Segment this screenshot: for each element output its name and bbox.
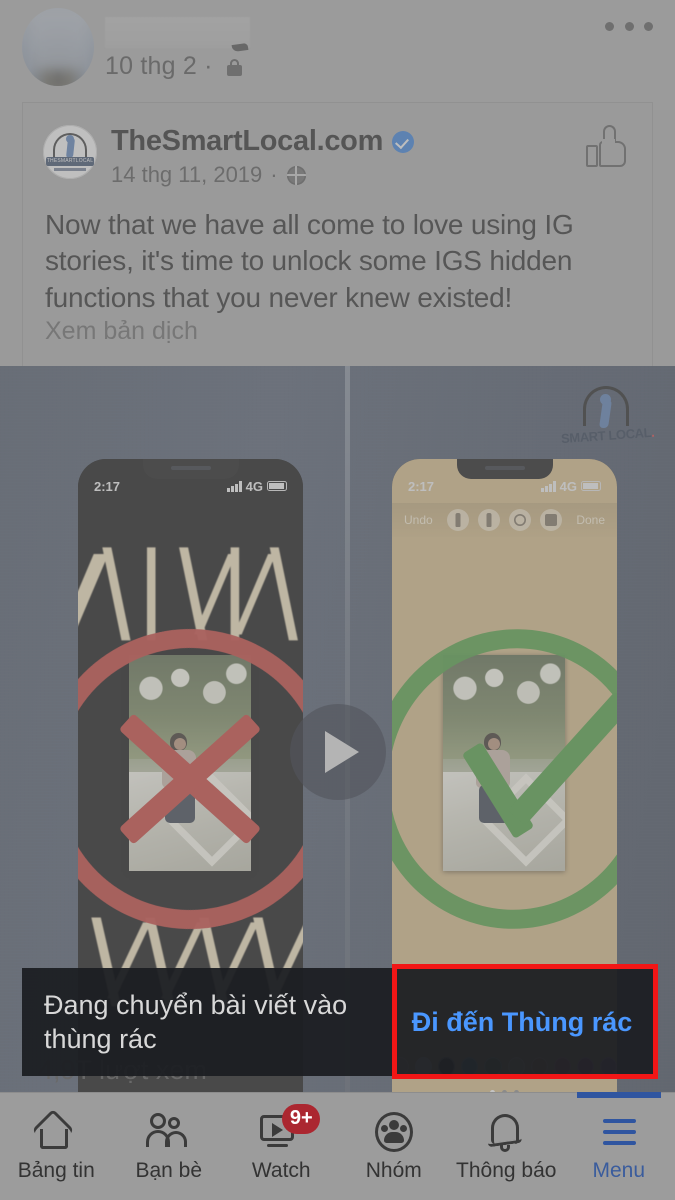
go-to-trash-button[interactable]: Đi đến Thùng rác xyxy=(395,1007,653,1038)
hamburger-menu-icon xyxy=(596,1111,642,1153)
page-name[interactable]: TheSmartLocal.com xyxy=(111,125,383,158)
nav-label-friends: Bạn bè xyxy=(135,1158,203,1182)
left-network-label: 4G xyxy=(245,478,263,494)
text-tool-icon[interactable] xyxy=(540,509,562,531)
page-name-row: TheSmartLocal.com xyxy=(111,125,415,158)
pen-tool-icon[interactable] xyxy=(447,509,469,531)
right-phone-statusbar: 2:17 4G xyxy=(392,475,617,497)
nav-label-groups: Nhóm xyxy=(365,1158,422,1182)
author-name-tail xyxy=(231,42,249,53)
signal-bars-icon xyxy=(541,480,556,492)
shared-meta-separator: · xyxy=(270,162,278,187)
page-logo-text: THESMARTLOCAL xyxy=(46,157,94,166)
post-header: 10 thg 2 · xyxy=(0,0,675,110)
left-phone-statusbar: 2:17 4G xyxy=(78,475,303,497)
meta-separator: · xyxy=(204,52,213,80)
globe-icon xyxy=(286,165,306,185)
undo-button[interactable]: Undo xyxy=(404,513,433,527)
post-timestamp-row: 10 thg 2 · xyxy=(105,52,242,81)
post-timestamp: 10 thg 2 xyxy=(105,52,197,80)
home-icon xyxy=(32,1108,79,1153)
groups-icon xyxy=(371,1111,417,1153)
photo-edit-toolbar: Undo Done xyxy=(392,503,617,537)
see-translation-link[interactable]: Xem bản dịch xyxy=(45,317,198,346)
nav-label-notifications: Thông báo xyxy=(456,1158,557,1182)
right-network-label: 4G xyxy=(559,478,577,494)
play-button-icon[interactable] xyxy=(289,704,386,800)
three-dots-icon[interactable] xyxy=(605,15,653,37)
verified-badge-icon xyxy=(392,130,415,153)
nav-item-notifications[interactable]: Thông báo xyxy=(450,1093,563,1200)
nav-item-groups[interactable]: Nhóm xyxy=(338,1093,451,1200)
bell-icon xyxy=(483,1111,529,1153)
left-status-time: 2:17 xyxy=(94,478,121,494)
signal-bars-icon xyxy=(227,480,242,492)
author-name-redacted[interactable] xyxy=(105,17,250,48)
nav-item-news-feed[interactable]: Bảng tin xyxy=(0,1093,113,1200)
battery-icon xyxy=(581,481,601,491)
nav-item-watch[interactable]: 9+ Watch xyxy=(225,1093,338,1200)
thesmartlocal-watermark: SMART LOCAL. xyxy=(560,386,655,464)
nav-label-watch: Watch xyxy=(251,1158,311,1182)
post-body-text: Now that we have all come to love using … xyxy=(45,209,574,313)
battery-icon xyxy=(267,481,287,491)
shared-post-meta: 14 thg 11, 2019 · xyxy=(111,162,306,188)
facebook-post-screen: 10 thg 2 · THESMARTLOCAL TheSmartLocal.c… xyxy=(0,0,675,1200)
nav-item-friends[interactable]: Bạn bè xyxy=(113,1093,226,1200)
avatar-blur-overlay xyxy=(30,8,88,70)
lock-icon xyxy=(226,59,242,76)
marker-tool-icon[interactable] xyxy=(478,509,500,531)
thumbs-up-icon[interactable] xyxy=(586,125,628,169)
right-status-time: 2:17 xyxy=(408,478,435,494)
nav-item-menu[interactable]: Menu xyxy=(563,1092,675,1200)
toast-snackbar: Đang chuyển bài viết vào thùng rác Đi đế… xyxy=(22,968,653,1076)
page-avatar[interactable]: THESMARTLOCAL xyxy=(43,125,97,179)
avatar[interactable] xyxy=(22,8,94,86)
shared-post-date: 14 thg 11, 2019 xyxy=(111,162,263,187)
watch-icon: 9+ xyxy=(258,1103,321,1153)
shared-post-card[interactable]: THESMARTLOCAL TheSmartLocal.com 14 thg 1… xyxy=(22,102,653,367)
nav-label-news-feed: Bảng tin xyxy=(17,1158,95,1182)
watermark-text: SMART LOCAL xyxy=(560,424,652,447)
watch-badge-count: 9+ xyxy=(282,1103,321,1134)
done-button[interactable]: Done xyxy=(576,513,605,527)
bottom-navigation-bar: Bảng tin Bạn bè 9+ Watch Nhóm Thông báo … xyxy=(0,1092,675,1200)
active-tab-indicator xyxy=(576,1092,661,1098)
toast-message: Đang chuyển bài viết vào thùng rác xyxy=(44,989,348,1054)
friends-icon xyxy=(145,1111,192,1153)
palette-tool-icon[interactable] xyxy=(509,509,531,531)
nav-label-menu: Menu xyxy=(592,1158,646,1182)
